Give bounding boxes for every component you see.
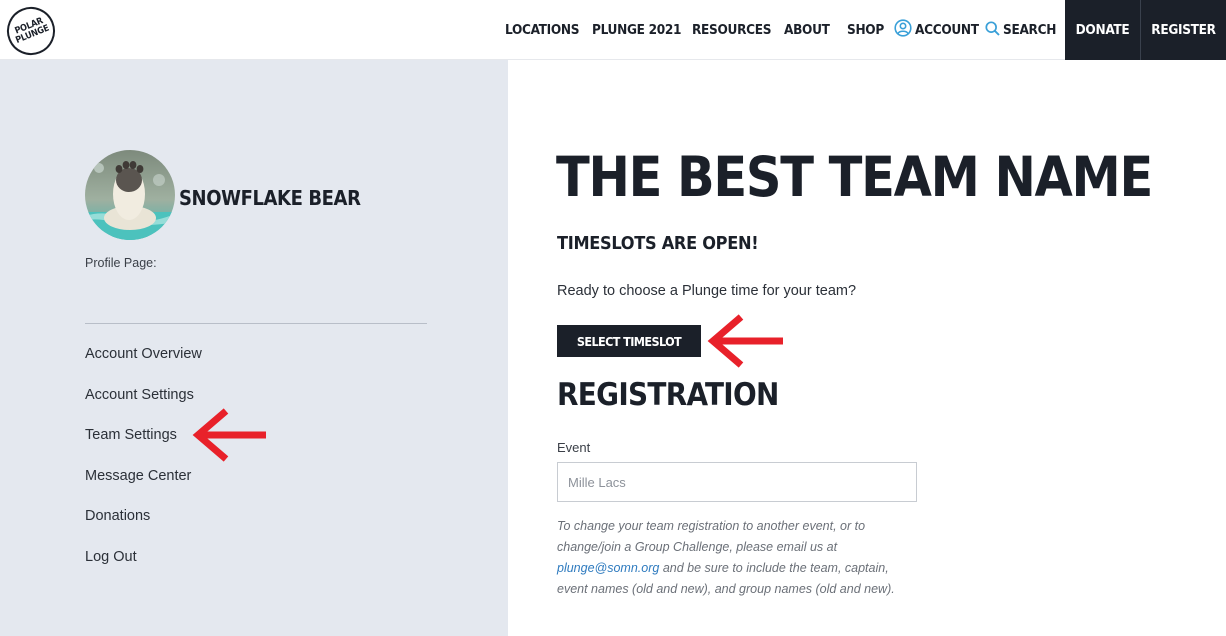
annotation-arrow-team-settings <box>192 408 266 462</box>
profile-name: SNOWFLAKE BEAR <box>179 186 361 210</box>
timeslot-prompt-text: Ready to choose a Plunge time for your t… <box>557 283 857 299</box>
nav-about[interactable]: ABOUT <box>784 0 830 60</box>
account-sidebar: SNOWFLAKE BEAR Profile Page: Account Ove… <box>0 60 508 636</box>
registration-change-note: To change your team registration to anot… <box>557 516 922 600</box>
donate-button[interactable]: DONATE <box>1065 0 1140 60</box>
nav-plunge-2021[interactable]: PLUNGE 2021 <box>592 0 681 60</box>
select-timeslot-button[interactable]: SELECT TIMESLOT <box>557 325 701 357</box>
sidebar-item-team-settings[interactable]: Team Settings <box>85 427 177 443</box>
note-text-before: To change your team registration to anot… <box>557 519 866 554</box>
account-label: ACCOUNT <box>915 22 979 38</box>
sidebar-item-log-out[interactable]: Log Out <box>85 549 137 565</box>
search-icon <box>985 20 1000 40</box>
account-icon <box>894 19 912 41</box>
registration-heading: REGISTRATION <box>557 377 779 413</box>
sidebar-item-account-settings[interactable]: Account Settings <box>85 387 194 403</box>
event-field-label: Event <box>557 440 591 455</box>
sidebar-divider <box>85 323 427 324</box>
annotation-arrow-select-timeslot <box>707 314 783 368</box>
sidebar-item-account-overview[interactable]: Account Overview <box>85 346 202 362</box>
polar-plunge-logo[interactable]: POLAR PLUNGE <box>0 0 63 63</box>
nav-account[interactable]: ACCOUNT <box>894 0 979 60</box>
email-link[interactable]: plunge@somn.org <box>557 561 659 575</box>
nav-shop[interactable]: SHOP <box>847 0 884 60</box>
site-header: POLAR PLUNGE LOCATIONS PLUNGE 2021 RESOU… <box>0 0 1226 63</box>
profile-page-label: Profile Page: <box>85 256 157 270</box>
timeslots-subhead: TIMESLOTS ARE OPEN! <box>557 233 759 254</box>
nav-search[interactable]: SEARCH <box>985 0 1056 60</box>
event-field[interactable] <box>557 462 917 502</box>
sidebar-item-donations[interactable]: Donations <box>85 508 150 524</box>
nav-resources[interactable]: RESOURCES <box>692 0 772 60</box>
search-label: SEARCH <box>1003 22 1057 38</box>
sidebar-item-message-center[interactable]: Message Center <box>85 468 191 484</box>
nav-locations[interactable]: LOCATIONS <box>505 0 579 60</box>
avatar[interactable] <box>85 150 175 240</box>
team-name-title: THE BEST TEAM NAME <box>556 145 1153 209</box>
register-button[interactable]: REGISTER <box>1141 0 1226 60</box>
